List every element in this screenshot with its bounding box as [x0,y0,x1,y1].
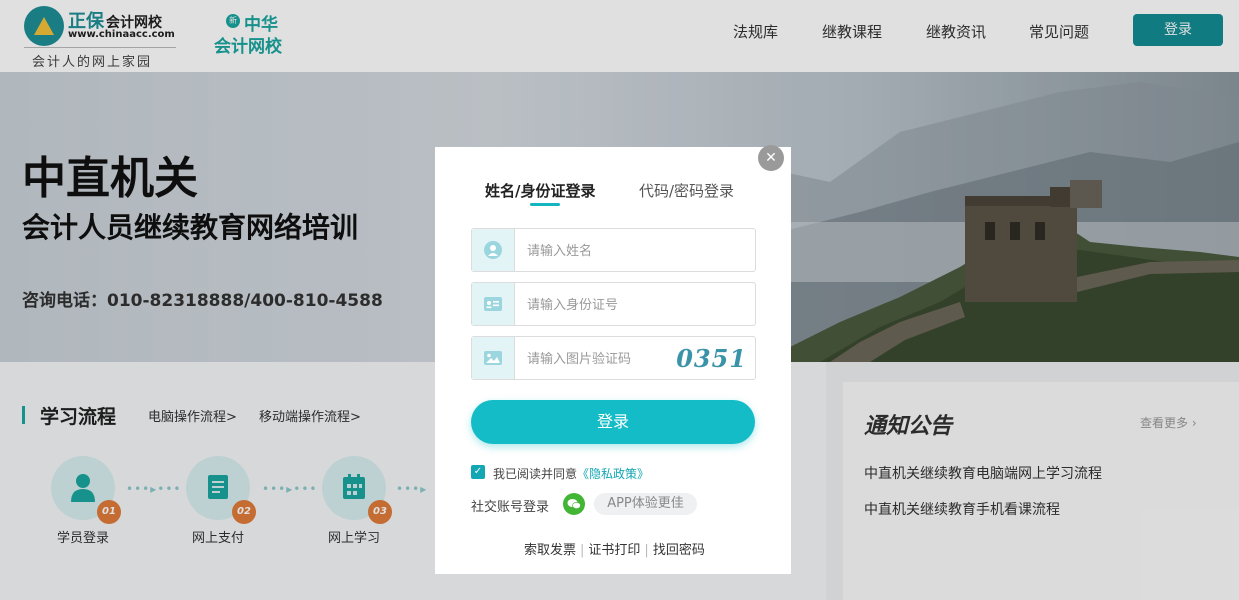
modal-bottom-links: 索取发票 | 证书打印 | 找回密码 [524,539,705,558]
captcha-image[interactable]: 0351 [676,344,747,373]
privacy-policy-link[interactable]: 《隐私政策》 [577,467,649,481]
user-icon [472,229,515,271]
id-number-input[interactable] [527,294,677,314]
privacy-agree-checkbox[interactable]: ✓ [471,465,485,479]
link-separator: | [644,543,649,558]
image-icon [472,337,515,379]
login-submit-button[interactable]: 登录 [471,400,755,444]
captcha-input[interactable] [527,348,677,368]
app-download-button[interactable]: APP体验更佳 [594,493,697,515]
tab-code-password-login[interactable]: 代码/密码登录 [639,180,734,201]
certificate-print-link[interactable]: 证书打印 [588,543,640,558]
tab-name-id-login[interactable]: 姓名/身份证登录 [485,180,595,201]
link-separator: | [580,543,585,558]
id-field [471,282,756,326]
close-icon[interactable]: ✕ [758,145,784,171]
id-card-icon [472,283,515,325]
wechat-icon[interactable] [563,493,585,515]
name-field [471,228,756,272]
active-tab-indicator [530,203,560,206]
privacy-agree-label: 我已阅读并同意《隐私政策》 [493,467,650,481]
captcha-field: 0351 [471,336,756,380]
invoice-link[interactable]: 索取发票 [524,543,576,558]
name-input[interactable] [527,240,677,260]
recover-password-link[interactable]: 找回密码 [653,543,705,558]
social-login-label: 社交账号登录 [471,500,550,515]
